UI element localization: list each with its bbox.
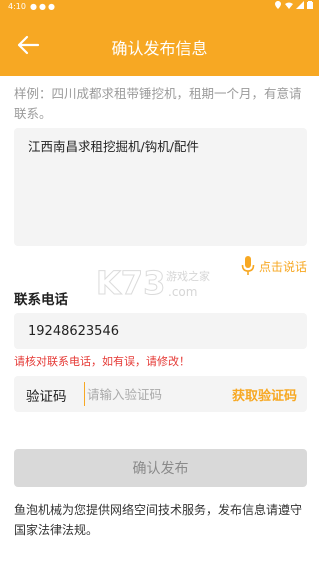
contact-phone-label: 联系电话 (14, 292, 68, 308)
content-textarea[interactable]: 江西南昌求租挖掘机/钩机/配件 (14, 128, 307, 246)
voice-input-button[interactable]: 点击说话 (241, 256, 307, 276)
watermark-domain: .com (168, 285, 197, 299)
watermark-sub: 游戏之家 (166, 269, 210, 283)
phone-input[interactable] (14, 313, 307, 349)
get-code-button[interactable]: 获取验证码 (232, 385, 297, 404)
submit-button[interactable]: 确认发布 (14, 449, 307, 487)
signal-icon (296, 1, 304, 9)
verification-code-input[interactable] (84, 382, 227, 406)
status-bar: 4:10 ●●● (0, 0, 319, 14)
watermark-text: K73 (96, 264, 165, 302)
example-hint: 样例：四川成都求租带锤挖机，租期一个月，有意请联系。 (14, 86, 302, 121)
verification-code-row: 验证码 获取验证码 (14, 376, 307, 412)
status-icons (274, 1, 313, 9)
battery-icon (307, 1, 313, 9)
watermark-logo: K73 游戏之家 .com (96, 264, 210, 303)
notification-dots: ●●● (30, 2, 57, 11)
verification-code-label: 验证码 (26, 389, 67, 405)
status-time: 4:10 (8, 2, 26, 11)
voice-label: 点击说话 (258, 259, 307, 274)
app-bar: 确认发布信息 (0, 14, 319, 76)
page-title: 确认发布信息 (111, 39, 208, 58)
wifi-icon (285, 2, 293, 9)
microphone-icon (241, 256, 255, 275)
legal-notice: 鱼泡机械为您提供网络空间技术服务，发布信息请遵守国家法律法规。 (14, 503, 303, 537)
phone-warning: 请核对联系电话，如有误，请修改！ (14, 355, 190, 368)
location-icon (275, 1, 281, 9)
